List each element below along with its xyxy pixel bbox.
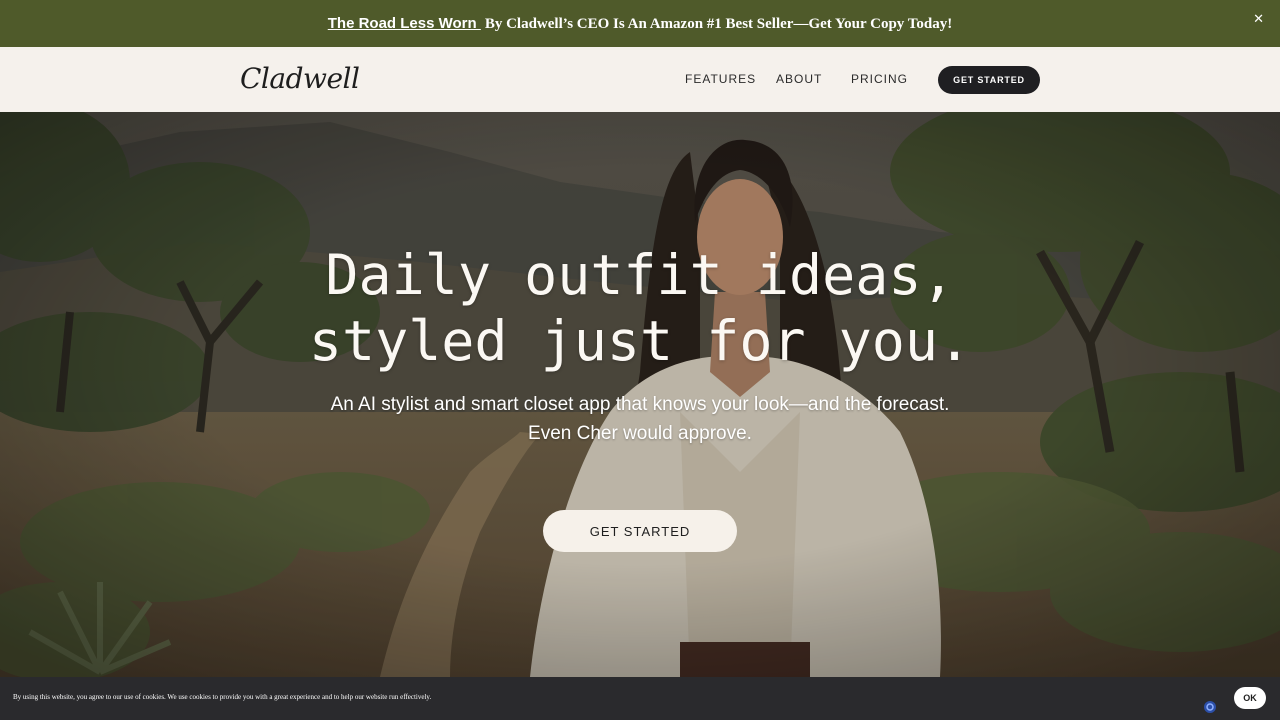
hero-headline-line-1: Daily outfit ideas, [325, 243, 955, 307]
announcement-bar: The Road Less Worn By Cladwell’s CEO Is … [0, 0, 1280, 47]
hero-headline-line-2: styled just for you. [308, 309, 972, 373]
privacy-badge-icon[interactable] [1203, 700, 1217, 714]
nav-features[interactable]: FEATURES [685, 72, 756, 86]
hero-section: Daily outfit ideas, styled just for you.… [0, 112, 1280, 677]
cookie-banner: By using this website, you agree to our … [0, 677, 1280, 720]
announcement-text: The Road Less Worn By Cladwell’s CEO Is … [328, 15, 952, 33]
hero-subheadline-line-2: Even Cher would approve. [528, 423, 752, 444]
cookie-notice-text: By using this website, you agree to our … [13, 693, 432, 701]
close-icon[interactable]: ✕ [1253, 12, 1264, 27]
hero-subheadline: An AI stylist and smart closet app that … [0, 390, 1280, 448]
logo[interactable]: Cladwell [240, 62, 360, 95]
announcement-message: By Cladwell’s CEO Is An Amazon #1 Best S… [484, 15, 953, 32]
cookie-ok-button[interactable]: OK [1234, 687, 1266, 709]
header-get-started-button[interactable]: GET STARTED [938, 66, 1040, 94]
hero-headline: Daily outfit ideas, styled just for you. [0, 242, 1280, 374]
site-header: Cladwell FEATURES ABOUT PRICING GET STAR… [0, 47, 1280, 112]
hero-subheadline-line-1: An AI stylist and smart closet app that … [330, 394, 950, 415]
book-link[interactable]: The Road Less Worn [328, 15, 481, 32]
nav-pricing[interactable]: PRICING [851, 72, 908, 86]
nav-about[interactable]: ABOUT [776, 72, 822, 86]
hero-get-started-button[interactable]: GET STARTED [543, 510, 737, 552]
